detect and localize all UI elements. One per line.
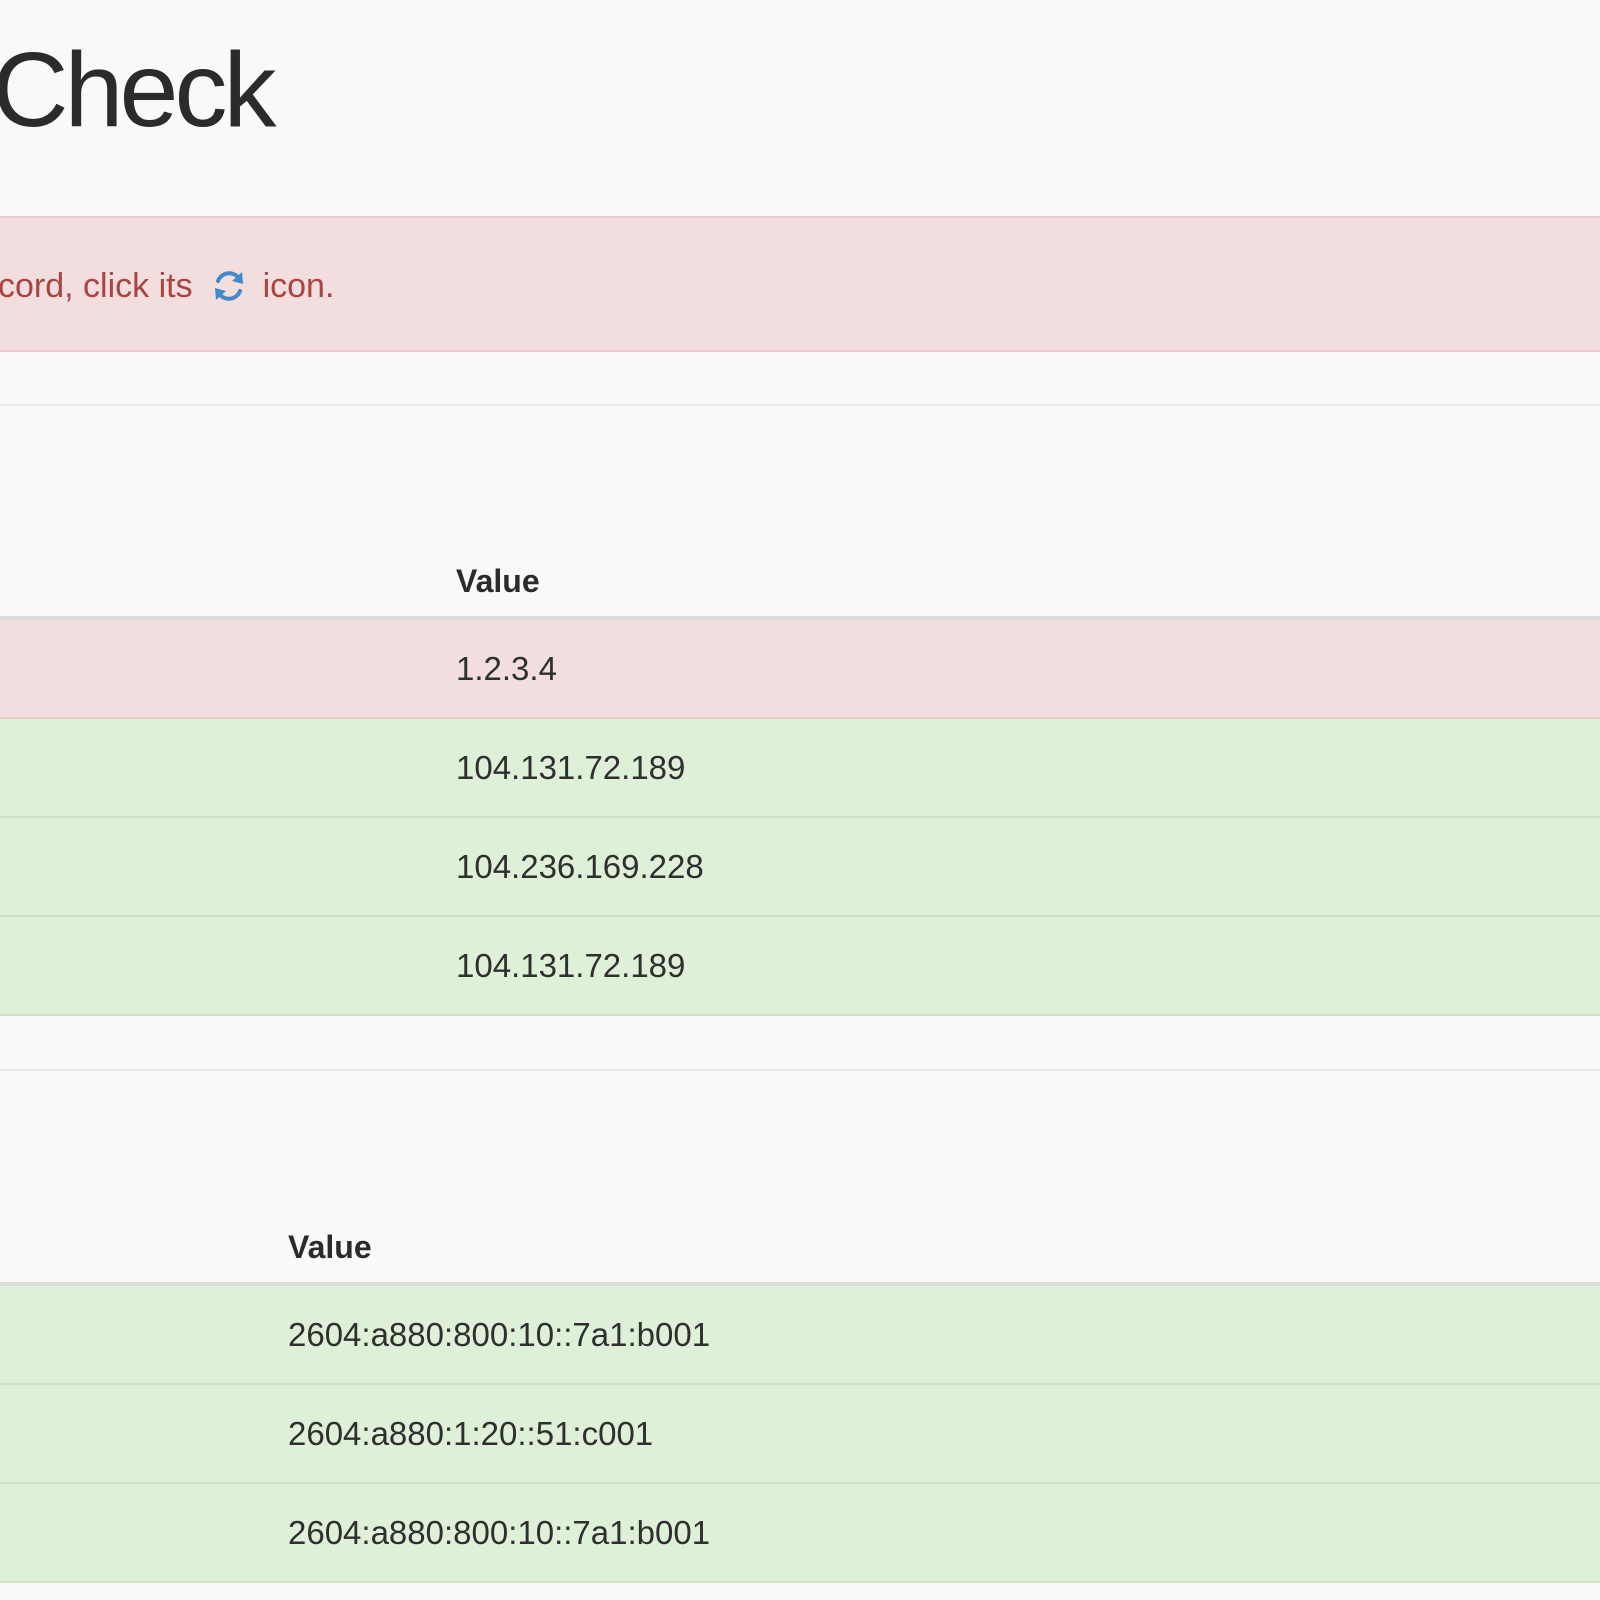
alert-text-after: icon. [262,266,335,305]
refresh-icon [209,264,249,308]
table-row: 2604:a880:1:20::51:c001 [0,1385,1600,1484]
table-header: Value [0,520,1600,620]
page-title: Check [0,31,276,149]
table-row: 1.2.3.4 [0,620,1600,719]
record-value: 104.131.72.189 [456,946,686,984]
alert-text-before: cord, click its [0,266,193,305]
section-divider [0,404,1600,406]
table-row: 104.131.72.189 [0,917,1600,1016]
record-value: 2604:a880:800:10::7a1:b001 [288,1513,711,1551]
section-divider [0,1069,1600,1071]
table-row: 104.236.169.228 [0,818,1600,917]
table-header: Value [0,1186,1600,1286]
value-column-header: Value [456,563,540,599]
record-value: 104.236.169.228 [456,847,704,885]
ipv6-records-table: Value 2604:a880:800:10::7a1:b001 2604:a8… [0,1186,1600,1583]
record-value: 2604:a880:800:10::7a1:b001 [288,1315,711,1353]
record-value: 104.131.72.189 [456,748,686,786]
table-row: 104.131.72.189 [0,719,1600,818]
table-row: 2604:a880:800:10::7a1:b001 [0,1484,1600,1583]
alert-message: cord, click its icon. [0,262,334,310]
table-row: 2604:a880:800:10::7a1:b001 [0,1286,1600,1385]
record-value: 1.2.3.4 [456,649,557,687]
page: Check cord, click its icon. Value 1.2.3.… [0,0,1600,1600]
ipv4-records-table: Value 1.2.3.4 104.131.72.189 104.236.169… [0,520,1600,1016]
record-value: 2604:a880:1:20::51:c001 [288,1414,654,1452]
value-column-header: Value [288,1229,372,1265]
